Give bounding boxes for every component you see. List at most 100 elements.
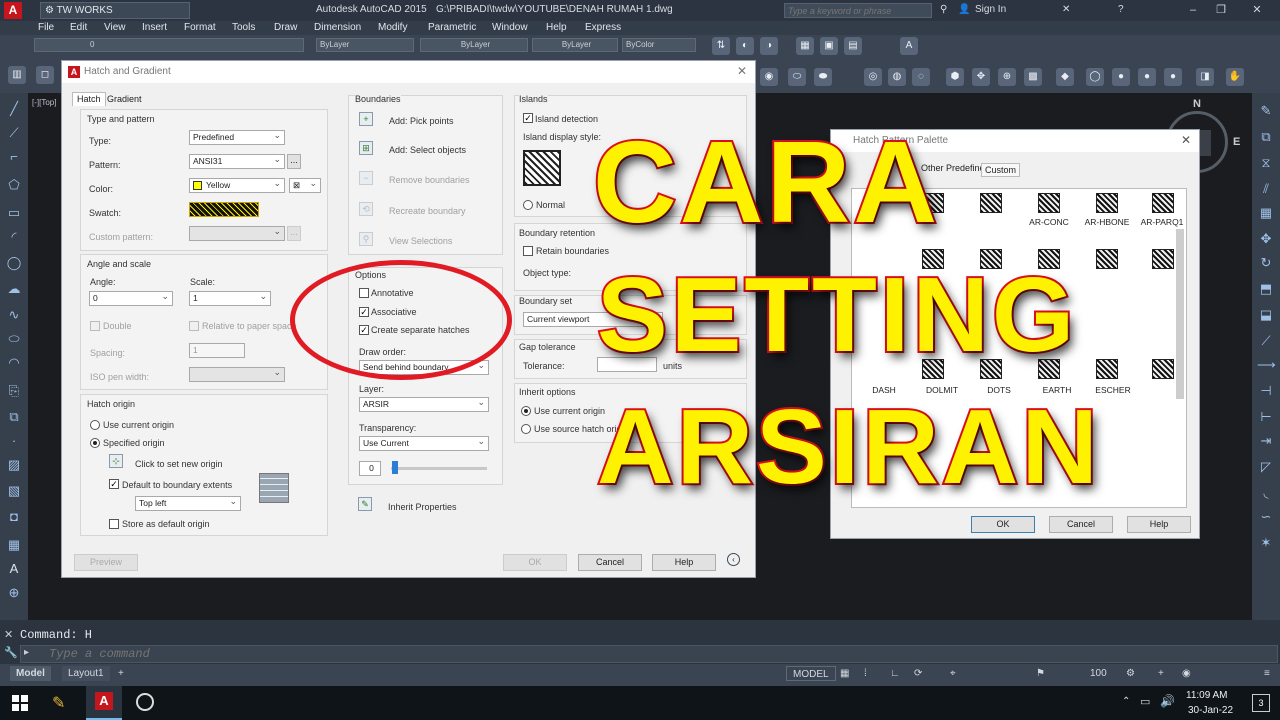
inherit-properties-button[interactable]: Inherit Properties <box>388 502 457 512</box>
menu-help[interactable]: Help <box>546 22 567 33</box>
menu-parametric[interactable]: Parametric <box>428 22 476 33</box>
move-icon[interactable]: ✥ <box>1257 231 1275 247</box>
remove-boundaries-icon[interactable]: − <box>359 171 373 185</box>
revcloud-icon[interactable]: ☁ <box>5 281 23 297</box>
mirror-icon[interactable]: ⧖ <box>1257 155 1275 171</box>
viewport-icon[interactable]: ▣ <box>820 37 838 55</box>
inherit-source-origin-radio[interactable] <box>521 424 531 434</box>
custom-pattern-dropdown[interactable] <box>189 226 285 241</box>
subtract-icon[interactable]: ◍ <box>888 68 906 86</box>
spline-icon[interactable]: ∿ <box>5 307 23 323</box>
select-objects-icon[interactable]: ⊞ <box>359 141 373 155</box>
cancel-button[interactable]: Cancel <box>578 554 642 571</box>
model-space-button[interactable]: MODEL <box>786 666 836 681</box>
palette-help-button[interactable]: Help <box>1127 516 1191 533</box>
scale-icon[interactable]: ⬒ <box>1257 281 1275 297</box>
menu-file[interactable]: File <box>38 22 54 33</box>
fillet-icon[interactable]: ◟ <box>1257 485 1275 501</box>
layer-dropdown[interactable]: 0 <box>34 38 304 52</box>
intersect-icon[interactable]: ◌ <box>912 68 930 86</box>
tray-chevron-icon[interactable]: ⌃ <box>1122 696 1130 707</box>
ortho-icon[interactable]: ∟ <box>884 666 906 681</box>
workspace-icon[interactable]: ▥ <box>8 66 26 84</box>
tab-hatch[interactable]: Hatch <box>72 92 106 106</box>
sun-icon[interactable]: ● <box>1164 68 1182 86</box>
break-point-icon[interactable]: ⊣ <box>1257 383 1275 399</box>
layout-icon[interactable]: ▦ <box>796 37 814 55</box>
pattern-swatch-escher[interactable] <box>1152 359 1174 379</box>
iso-pen-dropdown[interactable] <box>189 367 285 382</box>
polyline-icon[interactable]: ⌐ <box>5 149 23 165</box>
menu-edit[interactable]: Edit <box>70 22 87 33</box>
add-selected-icon[interactable]: ⊕ <box>5 585 23 601</box>
relative-paper-checkbox[interactable] <box>189 321 199 331</box>
transparency-amount-input[interactable]: 0 <box>359 461 381 476</box>
palette-tab-custom[interactable]: Custom <box>981 163 1021 177</box>
ellipse-arc-icon[interactable]: ◠ <box>5 355 23 371</box>
command-input[interactable] <box>49 647 949 661</box>
origin-position-dropdown[interactable]: Top left <box>135 496 241 511</box>
tab-model[interactable]: Model <box>10 666 51 681</box>
rectangle-icon[interactable]: ▭ <box>5 205 23 221</box>
pattern-swatch-brstone[interactable] <box>1096 249 1118 269</box>
gradient-icon[interactable]: ▧ <box>5 483 23 499</box>
exchange-icon[interactable]: ✕ <box>1062 4 1070 15</box>
break-icon[interactable]: ⊢ <box>1257 409 1275 425</box>
remove-boundaries-button[interactable]: Remove boundaries <box>389 175 470 185</box>
maximize-button[interactable]: ❐ <box>1208 2 1234 19</box>
island-detection-checkbox[interactable]: ✓ <box>523 113 533 123</box>
network-icon[interactable]: ▭ <box>1140 695 1150 708</box>
close-button[interactable]: ✕ <box>1244 2 1270 19</box>
material-icon[interactable]: ● <box>1138 68 1156 86</box>
select-objects-button[interactable]: Add: Select objects <box>389 145 466 155</box>
default-extents-checkbox[interactable]: ✓ <box>109 479 119 489</box>
angle-dropdown[interactable]: 0 <box>89 291 173 306</box>
mtext-icon[interactable]: A <box>5 561 23 577</box>
color-dropdown[interactable]: Yellow <box>189 178 285 193</box>
notification-center-icon[interactable]: 3 <box>1252 694 1270 712</box>
pick-points-button[interactable]: Add: Pick points <box>389 116 454 126</box>
view-selections-icon[interactable]: ⚲ <box>359 232 373 246</box>
menu-tools[interactable]: Tools <box>232 22 255 33</box>
cone-icon[interactable]: ⬬ <box>814 68 832 86</box>
make-block-icon[interactable]: ⧉ <box>5 409 23 425</box>
menu-dimension[interactable]: Dimension <box>314 22 361 33</box>
circle-icon[interactable]: ◯ <box>5 255 23 271</box>
sphere-tool-icon[interactable]: ⬭ <box>788 68 806 86</box>
view-selections-button[interactable]: View Selections <box>389 236 452 246</box>
visual-style-icon[interactable]: ⬢ <box>946 68 964 86</box>
preview-button[interactable]: Preview <box>74 554 138 571</box>
menu-insert[interactable]: Insert <box>142 22 167 33</box>
windows-start-icon[interactable] <box>12 695 28 711</box>
use-current-origin-radio[interactable] <box>90 420 100 430</box>
add-layout-icon[interactable]: + <box>112 666 130 681</box>
transparency-dropdown[interactable]: Use Current <box>359 436 489 451</box>
recreate-boundary-button[interactable]: Recreate boundary <box>389 206 466 216</box>
customize-icon[interactable]: ≡ <box>1258 666 1276 681</box>
island-normal-preview-icon[interactable] <box>523 150 561 186</box>
clock-time[interactable]: 11:09 AM <box>1186 690 1228 701</box>
chamfer-icon[interactable]: ◸ <box>1257 459 1275 475</box>
pattern-swatch-ar-parq1[interactable] <box>1152 193 1174 213</box>
menu-express[interactable]: Express <box>585 22 621 33</box>
binoculars-icon[interactable]: ⚲ <box>940 4 947 15</box>
menu-draw[interactable]: Draw <box>274 22 297 33</box>
erase-icon[interactable]: ✎ <box>1257 103 1275 119</box>
trim-icon[interactable]: ⟋ <box>1257 333 1275 349</box>
scale-dropdown[interactable]: 1 <box>189 291 271 306</box>
inherit-properties-icon[interactable]: ✎ <box>358 497 372 511</box>
object-snap-icon[interactable]: ⌖ <box>944 666 962 681</box>
isolate-icon[interactable]: ◉ <box>1176 666 1197 681</box>
palette-scrollbar[interactable] <box>1176 229 1184 399</box>
array-icon[interactable]: ▦ <box>1257 205 1275 221</box>
transparency-slider-thumb[interactable] <box>392 461 398 474</box>
set-origin-icon[interactable]: ⊹ <box>109 454 123 468</box>
annotation-icon[interactable]: ⚑ <box>1030 666 1051 681</box>
gizmo-icon[interactable]: ✥ <box>972 68 990 86</box>
palette-close-icon[interactable]: ✕ <box>1181 133 1191 147</box>
lineweight-dropdown[interactable]: ByLayer <box>532 38 618 52</box>
viewport-label[interactable]: [-][Top] <box>32 98 56 107</box>
plotstyle-dropdown[interactable]: ByColor <box>622 38 696 52</box>
camera-icon[interactable]: ◨ <box>1196 68 1214 86</box>
ok-button[interactable]: OK <box>503 554 567 571</box>
